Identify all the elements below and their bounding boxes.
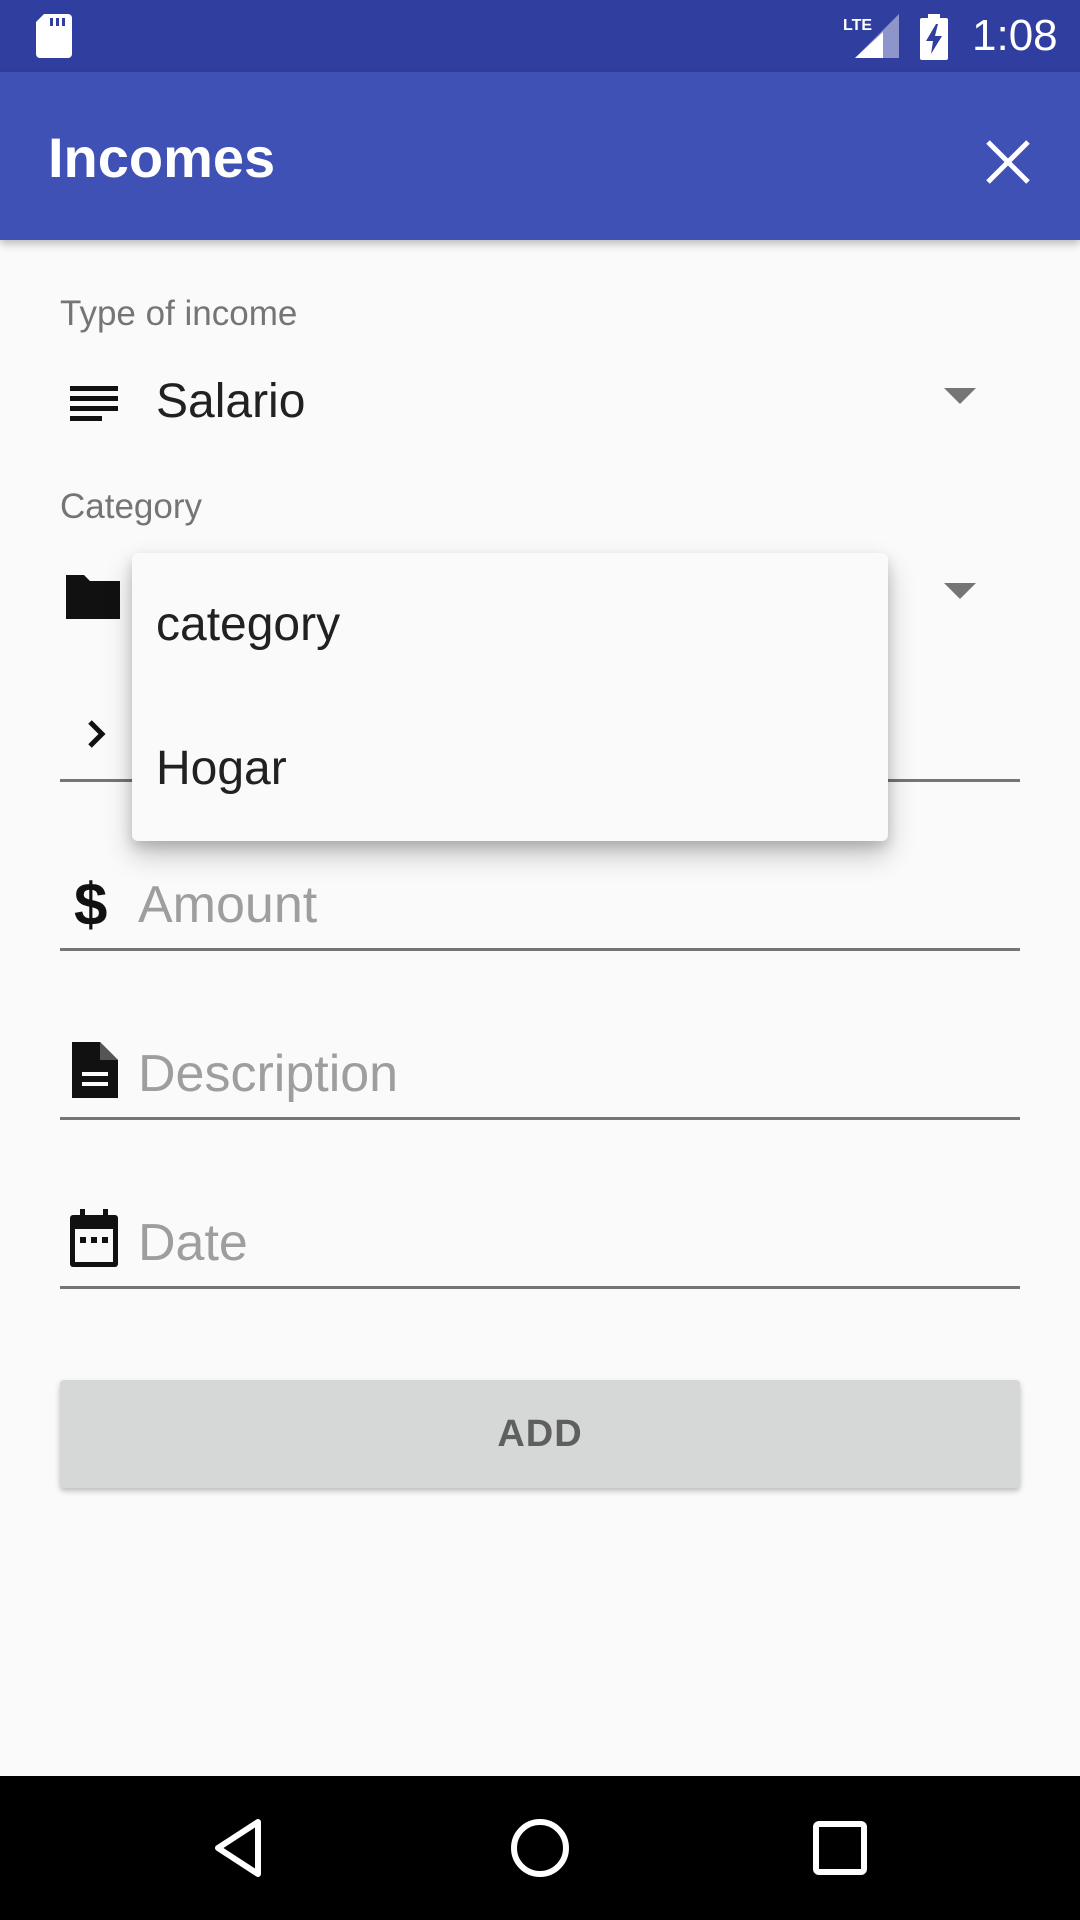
close-icon[interactable] (976, 130, 1040, 194)
description-placeholder: Description (138, 1045, 399, 1103)
folder-icon (66, 575, 120, 619)
amount-field[interactable]: $ Amount (60, 855, 1020, 951)
sd-card-icon (36, 14, 72, 58)
status-time: 1:08 (972, 11, 1058, 60)
type-of-income-value: Salario (156, 375, 306, 428)
app-bar: Incomes (0, 72, 1080, 240)
category-label: Category (60, 487, 203, 526)
dollar-icon: $ (74, 871, 107, 933)
svg-text:LTE: LTE (843, 17, 872, 34)
chevron-right-icon (88, 720, 106, 748)
type-of-income-spinner[interactable]: Salario (60, 358, 990, 438)
description-field[interactable]: Description (60, 1024, 1020, 1120)
recents-icon[interactable] (804, 1812, 876, 1884)
home-icon[interactable] (504, 1812, 576, 1884)
amount-placeholder: Amount (138, 876, 318, 934)
type-of-income-label: Type of income (60, 294, 298, 333)
document-icon (72, 1042, 118, 1098)
page-title: Incomes (48, 126, 276, 189)
svg-text:$: $ (74, 871, 107, 933)
back-icon[interactable] (204, 1812, 276, 1884)
subject-lines-icon (70, 386, 118, 421)
dropdown-arrow-icon (944, 388, 976, 404)
date-placeholder: Date (138, 1214, 248, 1272)
lte-signal-icon: LTE (843, 14, 899, 58)
dropdown-option-category[interactable]: category (132, 553, 888, 697)
dropdown-option-hogar[interactable]: Hogar (132, 697, 888, 841)
add-button[interactable]: ADD (60, 1380, 1020, 1488)
battery-charging-icon (920, 14, 948, 60)
navigation-bar (0, 1776, 1080, 1920)
date-field[interactable]: Date (60, 1193, 1020, 1289)
category-dropdown: category Hogar (132, 553, 888, 841)
status-bar: LTE 1:08 (0, 0, 1080, 72)
calendar-icon (70, 1209, 118, 1267)
dropdown-arrow-icon (944, 583, 976, 599)
